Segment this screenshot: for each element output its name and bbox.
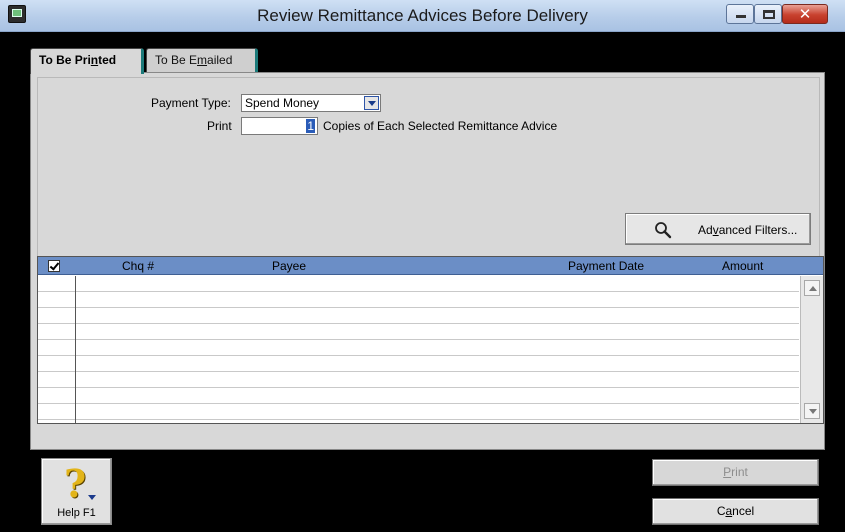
payment-type-value: Spend Money	[245, 96, 320, 110]
print-label: Print	[207, 119, 232, 133]
scroll-down-icon[interactable]	[804, 403, 820, 419]
close-icon: ✕	[798, 6, 812, 23]
scroll-up-icon[interactable]	[804, 280, 820, 296]
tab-to-be-emailed[interactable]: To Be Emailed	[146, 48, 258, 72]
tab-label: ailed	[207, 53, 233, 67]
minimize-button[interactable]	[726, 4, 754, 24]
tab-label: To Be E	[155, 53, 198, 67]
title-bar: Review Remittance Advices Before Deliver…	[0, 0, 845, 32]
cancel-button[interactable]: Cancel	[652, 498, 819, 525]
help-question-icon: ?	[64, 461, 87, 506]
copies-input[interactable]: 1	[241, 117, 318, 135]
close-button[interactable]: ✕	[782, 4, 828, 24]
minimize-icon	[736, 15, 746, 18]
maximize-button[interactable]	[754, 4, 782, 24]
column-header-chq[interactable]: Chq #	[122, 259, 154, 273]
column-header-amount[interactable]: Amount	[722, 259, 763, 273]
maximize-icon	[763, 10, 775, 19]
tab-label: ted	[98, 53, 117, 67]
tab-label: To Be Pri	[39, 53, 91, 67]
window-title: Review Remittance Advices Before Deliver…	[257, 6, 588, 25]
remittance-review-window: Review Remittance Advices Before Deliver…	[0, 0, 845, 532]
column-header-payment-date[interactable]: Payment Date	[568, 259, 644, 273]
magnifier-icon	[655, 222, 672, 239]
payment-type-label: Payment Type:	[151, 96, 231, 110]
copies-suffix-label: Copies of Each Selected Remittance Advic…	[323, 119, 558, 133]
dropdown-arrow-icon[interactable]	[364, 96, 379, 110]
print-button[interactable]: Print	[652, 459, 819, 486]
remittance-table: Chq # Payee Payment Date Amount	[37, 256, 824, 424]
help-button[interactable]: ? Help F1	[41, 458, 112, 525]
help-label: Help F1	[57, 507, 96, 519]
table-body[interactable]	[38, 276, 799, 423]
table-scrollbar[interactable]	[800, 276, 823, 423]
checkbox-column-divider	[75, 276, 76, 423]
column-header-payee[interactable]: Payee	[272, 259, 306, 273]
advanced-filters-label: Advanced Filters...	[698, 223, 798, 237]
copies-value: 1	[306, 119, 315, 133]
select-all-checkbox-icon[interactable]	[48, 260, 60, 272]
tab-panel: Payment Type: Spend Money Print 1 Copies…	[30, 72, 825, 450]
advanced-filters-button[interactable]: Advanced Filters...	[625, 213, 811, 245]
tab-to-be-printed[interactable]: To Be Printed	[30, 48, 144, 74]
tab-label-accel: m	[197, 53, 208, 67]
payment-type-select[interactable]: Spend Money	[241, 94, 381, 112]
help-dropdown-arrow-icon	[88, 495, 96, 500]
table-header: Chq # Payee Payment Date Amount	[38, 257, 823, 275]
